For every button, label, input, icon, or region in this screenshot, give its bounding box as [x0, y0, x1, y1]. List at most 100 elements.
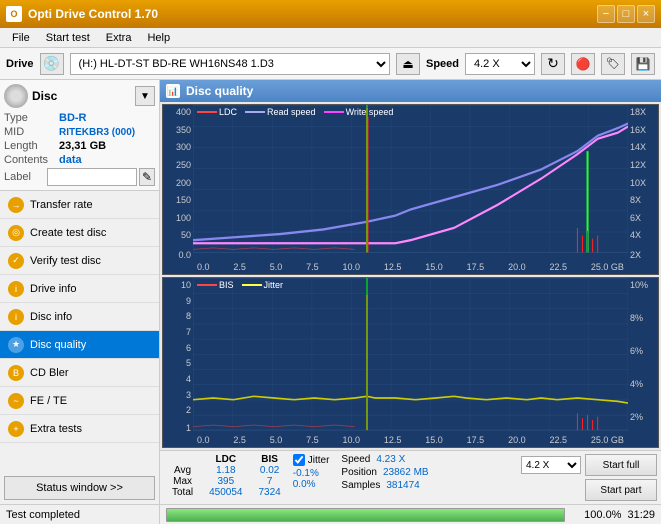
chart-title: Disc quality	[186, 84, 253, 98]
disc-icon	[4, 84, 28, 108]
sidebar-item-create-test-disc[interactable]: ◎ Create test disc	[0, 219, 159, 247]
sidebar-bottom-bar: Test completed	[0, 504, 159, 524]
menu-file[interactable]: File	[4, 30, 38, 46]
fe-te-label: FE / TE	[30, 395, 67, 407]
max-bis: 7	[251, 476, 289, 487]
app-icon: O	[6, 6, 22, 22]
speed-stat-value: 4.23 X	[376, 454, 405, 465]
bottom-chart-svg	[193, 278, 628, 447]
total-ldc: 450054	[201, 487, 250, 498]
label-label: Label	[4, 171, 47, 183]
sidebar-item-drive-info[interactable]: i Drive info	[0, 275, 159, 303]
write-speed-color	[324, 111, 344, 113]
transfer-rate-label: Transfer rate	[30, 199, 93, 211]
label-edit-button[interactable]: ✎	[139, 168, 155, 186]
verify-test-disc-icon: ✓	[8, 253, 24, 269]
progress-bar-fill	[167, 509, 564, 521]
status-window-button[interactable]: Status window >>	[4, 476, 155, 500]
sidebar-item-transfer-rate[interactable]: → Transfer rate	[0, 191, 159, 219]
eject-button[interactable]: ⏏	[396, 53, 420, 75]
mid-value: RITEKBR3 (000)	[59, 127, 135, 138]
avg-label: Avg	[164, 465, 201, 476]
menu-start-test[interactable]: Start test	[38, 30, 98, 46]
sidebar-item-extra-tests[interactable]: + Extra tests	[0, 415, 159, 443]
nav-items: → Transfer rate ◎ Create test disc ✓ Ver…	[0, 191, 159, 472]
jitter-color	[242, 284, 262, 286]
sidebar-item-disc-info[interactable]: i Disc info	[0, 303, 159, 331]
top-chart-y-right: 18X16X14X12X10X8X6X4X2X	[628, 105, 658, 274]
drive-icon: 💿	[40, 53, 64, 75]
start-part-button[interactable]: Start part	[585, 479, 657, 501]
action-section: 4.2 X Start full Start part	[521, 454, 657, 501]
verify-test-disc-label: Verify test disc	[30, 255, 101, 267]
charts-container: 400350300250200150100500.0 LDC Read spee…	[160, 102, 661, 450]
bis-color	[197, 284, 217, 286]
jitter-avg: -0.1%	[293, 468, 330, 479]
minimize-button[interactable]: −	[597, 5, 615, 23]
sidebar-item-disc-quality[interactable]: ★ Disc quality	[0, 331, 159, 359]
ldc-color	[197, 111, 217, 113]
avg-ldc: 1.18	[201, 465, 250, 476]
burn-button[interactable]: 🔴	[571, 53, 595, 75]
extra-tests-label: Extra tests	[30, 423, 82, 435]
legend-read-speed: Read speed	[245, 107, 316, 117]
top-chart-main: LDC Read speed Write speed	[193, 105, 628, 274]
samples-value: 381474	[386, 480, 419, 491]
progress-bar-container	[166, 508, 565, 522]
max-row: Max 395 7	[164, 476, 289, 487]
avg-row: Avg 1.18 0.02	[164, 465, 289, 476]
drive-selector[interactable]: (H:) HL-DT-ST BD-RE WH16NS48 1.D3	[70, 53, 390, 75]
stats-area: LDC BIS Avg 1.18 0.02 Max 395 7	[160, 450, 661, 504]
max-ldc: 395	[201, 476, 250, 487]
drive-bar: Drive 💿 (H:) HL-DT-ST BD-RE WH16NS48 1.D…	[0, 48, 661, 80]
start-part-row: Start part	[521, 479, 657, 501]
close-button[interactable]: ×	[637, 5, 655, 23]
time-display: 31:29	[627, 509, 655, 521]
sidebar-item-fe-te[interactable]: ~ FE / TE	[0, 387, 159, 415]
jitter-max: 0.0%	[293, 479, 330, 490]
avg-bis: 0.02	[251, 465, 289, 476]
sidebar-item-cd-bler[interactable]: B CD Bler	[0, 359, 159, 387]
progress-text: 100.0%	[571, 509, 621, 521]
chart-header: 📊 Disc quality	[160, 80, 661, 102]
speed-position-section: Speed 4.23 X Position 23862 MB Samples 3…	[341, 454, 428, 491]
status-text: Test completed	[6, 509, 80, 521]
disc-quality-label: Disc quality	[30, 339, 86, 351]
speed-selector[interactable]: 4.2 X	[465, 53, 535, 75]
save-button[interactable]: 💾	[631, 53, 655, 75]
cd-bler-label: CD Bler	[30, 367, 69, 379]
refresh-button[interactable]: ↻	[541, 53, 565, 75]
bottom-chart-legend: BIS Jitter	[197, 280, 283, 290]
extra-tests-icon: +	[8, 421, 24, 437]
disc-info-icon: i	[8, 309, 24, 325]
drive-info-icon: i	[8, 281, 24, 297]
label-input[interactable]	[47, 168, 137, 186]
progress-area: 100.0% 31:29	[160, 504, 661, 524]
disc-info-label: Disc info	[30, 311, 72, 323]
total-row: Total 450054 7324	[164, 487, 289, 498]
legend-write-speed: Write speed	[324, 107, 394, 117]
maximize-button[interactable]: □	[617, 5, 635, 23]
sidebar-item-verify-test-disc[interactable]: ✓ Verify test disc	[0, 247, 159, 275]
jitter-col-header: Jitter	[308, 455, 330, 466]
disc-options-button[interactable]: ▼	[135, 86, 155, 106]
write-speed-label: Write speed	[346, 107, 394, 117]
fe-te-icon: ~	[8, 393, 24, 409]
create-test-disc-icon: ◎	[8, 225, 24, 241]
content-area: 📊 Disc quality 400350300250200150100500.…	[160, 80, 661, 524]
transfer-rate-icon: →	[8, 197, 24, 213]
stats-speed-select[interactable]: 4.2 X	[521, 456, 581, 474]
bis-label: BIS	[219, 280, 234, 290]
chart-header-icon: 📊	[166, 84, 180, 98]
jitter-checkbox[interactable]	[293, 454, 305, 466]
label-button[interactable]: 🏷	[601, 53, 625, 75]
menu-bar: File Start test Extra Help	[0, 28, 661, 48]
speed-stat-label: Speed	[341, 454, 370, 465]
start-full-button[interactable]: Start full	[585, 454, 657, 476]
drive-info-label: Drive info	[30, 283, 76, 295]
ldc-label: LDC	[219, 107, 237, 117]
menu-help[interactable]: Help	[139, 30, 178, 46]
bottom-chart: 10987654321 BIS Jitter	[162, 277, 659, 448]
menu-extra[interactable]: Extra	[98, 30, 140, 46]
stats-table: LDC BIS Avg 1.18 0.02 Max 395 7	[164, 454, 289, 498]
